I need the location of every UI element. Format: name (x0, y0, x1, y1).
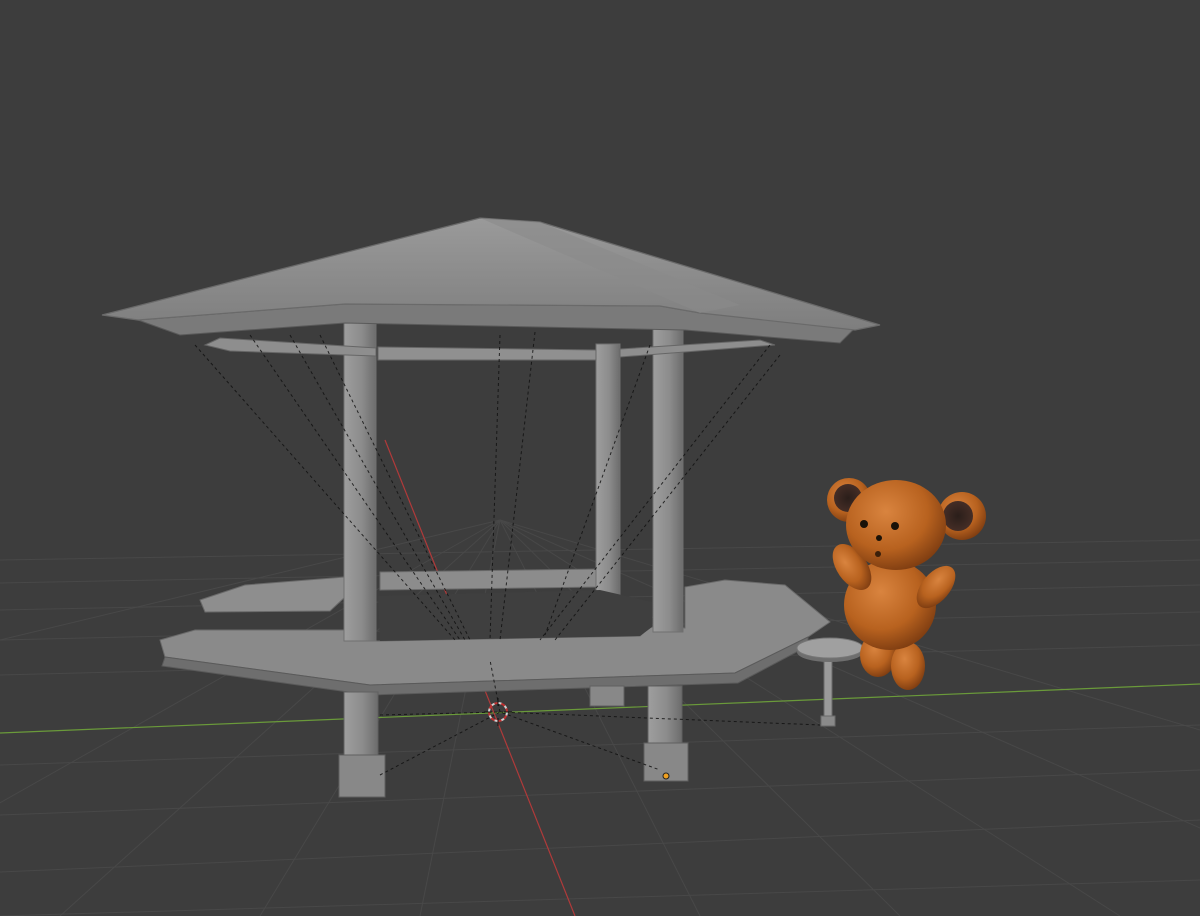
stool[interactable] (796, 637, 864, 727)
stool-foot (820, 715, 836, 727)
back-bench-inner (379, 568, 601, 591)
bear-nose (876, 535, 882, 541)
leg-left-foot (338, 754, 386, 798)
bear-ear-right-inner (943, 501, 973, 531)
roof-beam-3 (619, 339, 776, 358)
stool-leg (823, 655, 833, 725)
back-bench (199, 576, 346, 613)
3d-viewport[interactable] (0, 0, 1200, 916)
roof-beam-2 (377, 346, 597, 361)
stool-seat (796, 637, 864, 659)
deck-inner (378, 590, 652, 641)
leg-left (343, 691, 379, 759)
origin-dot-icon[interactable] (662, 772, 670, 780)
relationship-lines (194, 331, 821, 776)
bear-eye-left (860, 520, 868, 528)
pillar-front-left (343, 322, 377, 642)
leg-right (647, 685, 683, 749)
bear-eye-right (891, 522, 899, 530)
3d-cursor-icon[interactable] (484, 698, 512, 726)
bear-mouth (875, 551, 881, 557)
pillar-front-right (652, 326, 684, 633)
gazebo[interactable] (101, 217, 881, 798)
leg-back (589, 685, 625, 707)
